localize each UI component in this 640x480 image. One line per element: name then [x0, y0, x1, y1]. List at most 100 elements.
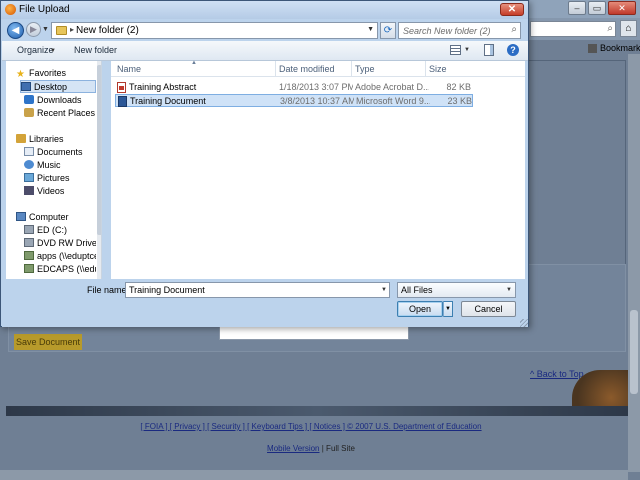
- address-dropdown-icon[interactable]: ▼: [367, 26, 374, 33]
- column-header-size[interactable]: Size: [429, 64, 447, 74]
- file-type-select[interactable]: All Files ▼: [397, 282, 516, 298]
- computer-icon: [16, 212, 26, 221]
- nav-item-label: Recent Places: [37, 108, 96, 118]
- view-options-dropdown-icon[interactable]: ▼: [464, 47, 470, 53]
- videos-icon: [24, 186, 34, 195]
- file-type-value: All Files: [401, 285, 433, 295]
- column-divider[interactable]: [351, 61, 352, 77]
- nav-item-libraries[interactable]: Libraries: [16, 133, 101, 146]
- organize-button[interactable]: Organize: [17, 45, 54, 55]
- file-list-pane: ▲ Name Date modified Type Size Training …: [111, 60, 525, 279]
- nav-item-label: Computer: [29, 212, 69, 222]
- open-button[interactable]: Open: [397, 301, 443, 317]
- nav-item-favorites[interactable]: ★ Favorites: [16, 67, 101, 80]
- nav-item-desktop[interactable]: Desktop: [20, 80, 96, 93]
- change-view-icon[interactable]: [450, 45, 461, 55]
- nav-item-label: Libraries: [29, 134, 64, 144]
- full-site-label: | Full Site: [321, 444, 355, 453]
- address-row: ◀ ▶ ▼ ▸ New folder (2) ▼ ⟳ Search New fo…: [1, 19, 528, 41]
- footer-stripe: [6, 406, 628, 416]
- chevron-right-icon[interactable]: ▸: [70, 25, 74, 34]
- file-name-dropdown-icon[interactable]: ▼: [381, 287, 387, 293]
- nav-scroll-thumb[interactable]: [97, 65, 101, 235]
- file-date: 1/18/2013 3:07 PM: [279, 82, 353, 92]
- address-bar[interactable]: ▸ New folder (2) ▼: [51, 22, 378, 39]
- dialog-close-button[interactable]: ✕: [500, 3, 524, 16]
- nav-item-music[interactable]: Music: [24, 159, 101, 172]
- resize-grip-icon[interactable]: [520, 319, 528, 327]
- save-document-button[interactable]: Save Document: [14, 334, 82, 350]
- file-row-training-abstract[interactable]: Training Abstract 1/18/2013 3:07 PM Adob…: [115, 81, 473, 94]
- bookmarks-icon: [588, 43, 597, 53]
- nav-item-label: Music: [37, 160, 61, 170]
- minimize-button[interactable]: –: [568, 1, 586, 15]
- nav-item-drive-c[interactable]: ED (C:): [24, 224, 96, 237]
- search-placeholder: Search New folder (2): [403, 26, 491, 36]
- file-name: Training Abstract: [129, 82, 197, 92]
- column-divider[interactable]: [425, 61, 426, 77]
- footer-version-links: Mobile Version | Full Site: [0, 444, 622, 453]
- nav-item-label: ED (C:): [37, 225, 67, 235]
- nav-item-pictures[interactable]: Pictures: [24, 172, 101, 185]
- file-name-label: File name:: [87, 285, 130, 295]
- folder-icon: [56, 26, 67, 35]
- browser-close-button[interactable]: ✕: [608, 1, 636, 15]
- recent-locations-dropdown[interactable]: ▼: [42, 26, 49, 33]
- recent-places-icon: [24, 108, 34, 117]
- nav-item-documents[interactable]: Documents: [24, 146, 101, 159]
- open-options-dropdown[interactable]: ▼: [443, 301, 453, 317]
- address-path[interactable]: New folder (2): [76, 25, 139, 36]
- sort-ascending-icon: ▲: [191, 60, 197, 66]
- nav-item-dvd-drive[interactable]: DVD RW Drive (D: [24, 237, 96, 250]
- nav-item-recent-places[interactable]: Recent Places: [24, 107, 101, 120]
- nav-item-edcaps-share[interactable]: EDCAPS (\\edupt: [24, 263, 96, 276]
- page-scroll-thumb[interactable]: [630, 310, 638, 394]
- nav-item-label: Videos: [37, 186, 65, 196]
- preview-pane-icon[interactable]: [484, 44, 494, 56]
- bookmarks-label: Bookmarks: [600, 43, 640, 53]
- command-toolbar: Organize ▼ New folder ▼ ?: [2, 41, 528, 61]
- star-icon: ★: [16, 69, 25, 80]
- nav-item-label: apps (\\eduptcec: [37, 251, 96, 261]
- refresh-icon: ⟳: [383, 25, 393, 36]
- cancel-button[interactable]: Cancel: [461, 301, 516, 317]
- footer-links[interactable]: [ FOIA ] [ Privacy ] [ Security ] [ Keyb…: [0, 422, 622, 431]
- back-arrow-icon: ◀: [11, 25, 20, 36]
- column-header-date[interactable]: Date modified: [279, 64, 335, 74]
- file-size: 82 KB: [446, 82, 471, 92]
- new-folder-button[interactable]: New folder: [74, 45, 117, 55]
- nav-item-label: Pictures: [37, 173, 70, 183]
- column-header-type[interactable]: Type: [355, 64, 375, 74]
- nav-item-apps-share[interactable]: apps (\\eduptcec: [24, 250, 96, 263]
- nav-item-downloads[interactable]: Downloads: [24, 94, 101, 107]
- maximize-button[interactable]: ▭: [588, 1, 606, 15]
- nav-item-label: DVD RW Drive (D: [37, 238, 96, 248]
- column-divider[interactable]: [275, 61, 276, 77]
- nav-item-label: Downloads: [37, 95, 82, 105]
- mobile-version-link[interactable]: Mobile Version: [267, 444, 319, 453]
- organize-dropdown-icon[interactable]: ▼: [50, 48, 56, 54]
- page-vertical-scrollbar[interactable]: [628, 54, 640, 472]
- nav-item-videos[interactable]: Videos: [24, 185, 101, 198]
- libraries-icon: [16, 134, 26, 143]
- forward-button[interactable]: ▶: [26, 22, 41, 37]
- nav-item-computer[interactable]: Computer: [16, 211, 101, 224]
- browser-search-input[interactable]: ⌕: [530, 21, 616, 37]
- file-name-input[interactable]: [125, 282, 390, 298]
- back-button[interactable]: ◀: [7, 22, 24, 39]
- column-header-name[interactable]: Name: [117, 64, 141, 74]
- page-horizontal-scrollbar[interactable]: [0, 470, 628, 480]
- nav-item-label: Documents: [37, 147, 83, 157]
- bookmarks-button[interactable]: Bookmarks: [588, 42, 640, 54]
- music-icon: [24, 160, 34, 169]
- search-input[interactable]: Search New folder (2) ⌕: [398, 22, 521, 39]
- search-icon: ⌕: [607, 23, 613, 34]
- chevron-down-icon: ▼: [506, 287, 512, 293]
- pdf-icon: [117, 82, 126, 93]
- refresh-button[interactable]: ⟳: [380, 22, 396, 39]
- help-icon[interactable]: ?: [507, 44, 519, 56]
- file-row-training-document[interactable]: Training Document 3/8/2013 10:37 AM Micr…: [115, 94, 473, 107]
- home-button[interactable]: ⌂: [620, 20, 637, 37]
- back-to-top-link[interactable]: ^ Back to Top: [530, 369, 584, 379]
- network-drive-icon: [24, 251, 34, 260]
